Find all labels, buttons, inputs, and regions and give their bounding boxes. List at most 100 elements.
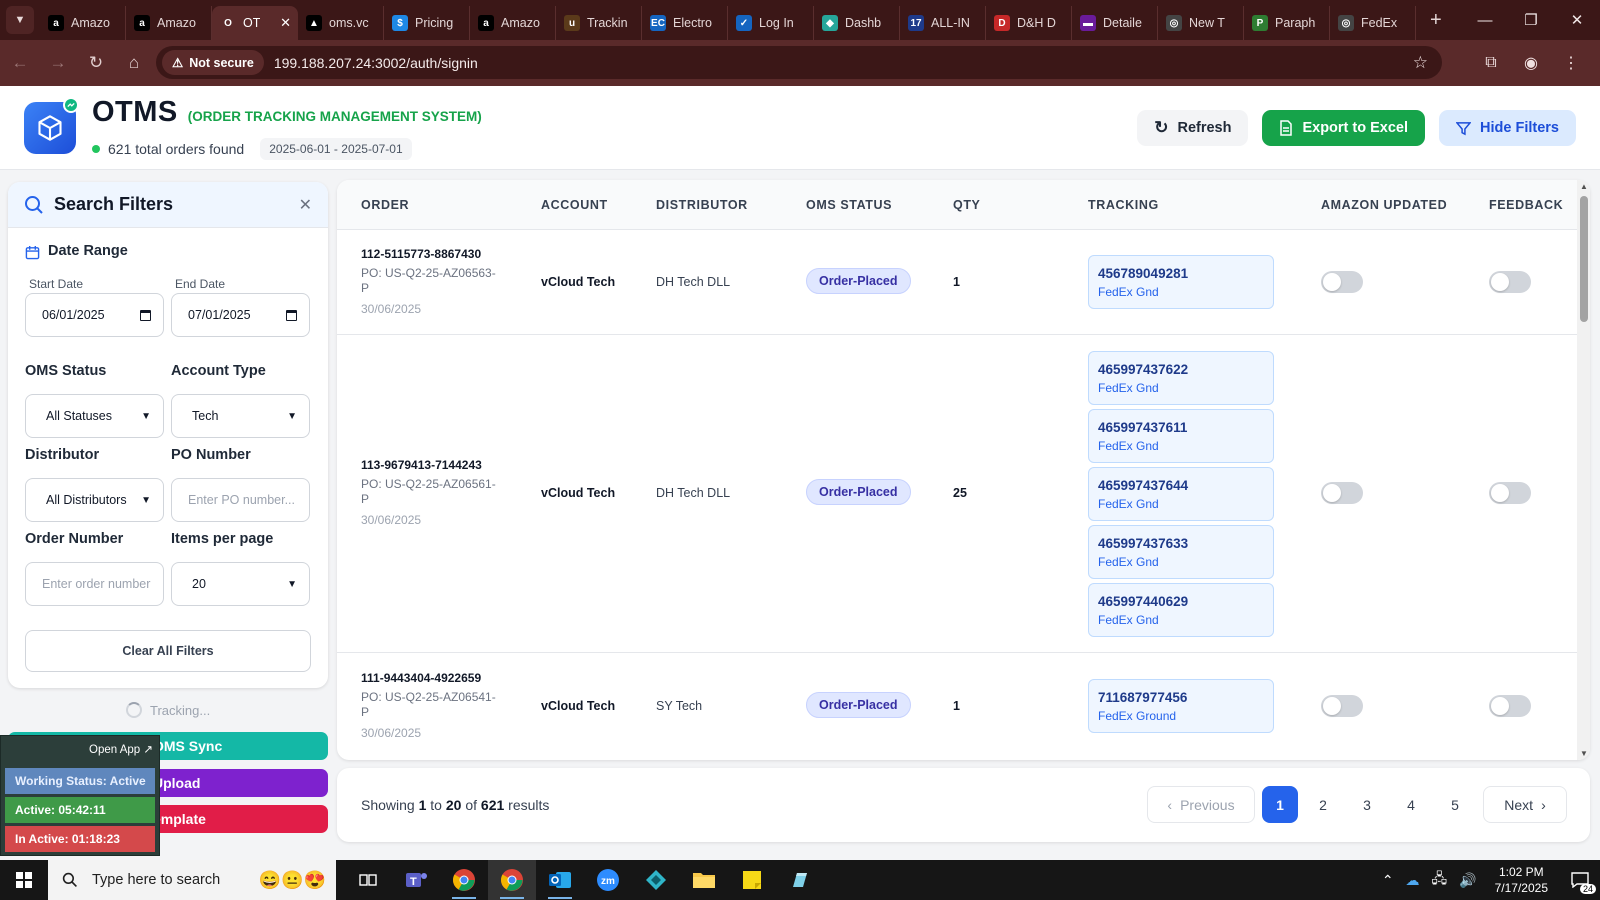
volume-icon[interactable]: 🔊: [1459, 872, 1476, 889]
tracking-number[interactable]: 465997440629: [1098, 594, 1264, 609]
tab-search-dropdown-icon[interactable]: ▼: [6, 6, 34, 34]
browser-tab[interactable]: EC Electro: [642, 6, 728, 40]
close-filters-icon[interactable]: ✕: [299, 195, 312, 215]
browser-tab[interactable]: $ Pricing: [384, 6, 470, 40]
tracking-card[interactable]: 465997437644 FedEx Gnd: [1088, 467, 1274, 521]
amazon-updated-toggle[interactable]: [1321, 271, 1363, 293]
feedback-toggle[interactable]: [1489, 482, 1531, 504]
tracking-card[interactable]: 465997437611 FedEx Gnd: [1088, 409, 1274, 463]
previous-page-button[interactable]: ‹ Previous: [1147, 786, 1255, 823]
order-id[interactable]: 112-5115773-8867430: [361, 247, 481, 261]
app-diamond-icon[interactable]: [632, 860, 680, 900]
forward-arrow-icon[interactable]: →: [40, 45, 76, 81]
column-header-order[interactable]: ORDER: [361, 198, 409, 212]
oms-status-select[interactable]: All Statuses ▼: [25, 394, 164, 438]
new-tab-plus-icon[interactable]: +: [1430, 9, 1442, 32]
distributor-select[interactable]: All Distributors ▼: [25, 478, 164, 522]
taskbar-search-box[interactable]: Type here to search 😄😐😍: [48, 860, 336, 900]
order-id[interactable]: 111-9443404-4922659: [361, 671, 481, 685]
browser-tab[interactable]: u Trackin: [556, 6, 642, 40]
onedrive-cloud-icon[interactable]: ☁: [1406, 872, 1420, 889]
tracking-card[interactable]: 465997440629 FedEx Gnd: [1088, 583, 1274, 637]
amazon-updated-toggle[interactable]: [1321, 482, 1363, 504]
po-number-input[interactable]: Enter PO number...: [171, 478, 310, 522]
scroll-down-arrow-icon[interactable]: ▼: [1580, 749, 1588, 758]
page-button-5[interactable]: 5: [1437, 786, 1473, 823]
tracking-card[interactable]: 456789049281 FedEx Gnd: [1088, 255, 1274, 309]
items-per-page-select[interactable]: 20 ▼: [171, 562, 310, 606]
date-picker-icon[interactable]: [286, 309, 297, 321]
column-header-account[interactable]: ACCOUNT: [541, 198, 608, 212]
page-button-3[interactable]: 3: [1349, 786, 1385, 823]
taskbar-clock[interactable]: 1:02 PM 7/17/2025: [1495, 864, 1548, 896]
chevron-up-icon[interactable]: ⌃: [1382, 872, 1394, 889]
file-explorer-icon[interactable]: [680, 860, 728, 900]
next-page-button[interactable]: Next ›: [1483, 786, 1567, 823]
page-button-2[interactable]: 2: [1305, 786, 1341, 823]
feedback-toggle[interactable]: [1489, 695, 1531, 717]
bookmark-star-icon[interactable]: ☆: [1413, 53, 1428, 73]
outlook-icon[interactable]: [536, 860, 584, 900]
close-window-icon[interactable]: ✕: [1554, 0, 1600, 40]
sticky-notes-icon[interactable]: [728, 860, 776, 900]
table-row[interactable]: 113-9679413-7144243 PO: US-Q2-25-AZ06561…: [337, 335, 1577, 653]
browser-tab[interactable]: ✓ Log In: [728, 6, 814, 40]
export-to-excel-button[interactable]: Export to Excel: [1262, 110, 1426, 146]
minimize-icon[interactable]: —: [1462, 0, 1508, 40]
hide-filters-button[interactable]: Hide Filters: [1439, 110, 1576, 146]
end-date-field[interactable]: 07/01/2025: [171, 293, 310, 337]
close-tab-icon[interactable]: ✕: [280, 15, 291, 31]
column-header-feedback[interactable]: FEEDBACK: [1489, 198, 1563, 212]
browser-tab[interactable]: ◆ Dashb: [814, 6, 900, 40]
notes-app-icon[interactable]: [776, 860, 824, 900]
tracking-number[interactable]: 465997437622: [1098, 362, 1264, 377]
extensions-icon[interactable]: ⧉: [1474, 46, 1508, 80]
order-id[interactable]: 113-9679413-7144243: [361, 458, 482, 472]
date-picker-icon[interactable]: [140, 309, 151, 321]
browser-tab[interactable]: 17 ALL-IN: [900, 6, 986, 40]
chrome-profile-icon[interactable]: [488, 860, 536, 900]
column-header-tracking[interactable]: TRACKING: [1088, 198, 1159, 212]
account-type-select[interactable]: Tech ▼: [171, 394, 310, 438]
zoom-icon[interactable]: zm: [584, 860, 632, 900]
windows-start-icon[interactable]: [0, 860, 48, 900]
browser-tab[interactable]: a Amazo: [470, 6, 556, 40]
restore-icon[interactable]: ❐: [1508, 0, 1554, 40]
browser-tab[interactable]: a Amazo: [126, 6, 212, 40]
table-row[interactable]: 112-5115773-8867430 PO: US-Q2-25-AZ06563…: [337, 230, 1577, 335]
table-scrollbar[interactable]: ▲ ▼: [1577, 180, 1590, 760]
refresh-button[interactable]: ↻ Refresh: [1137, 110, 1249, 146]
page-button-4[interactable]: 4: [1393, 786, 1429, 823]
open-app-link[interactable]: Open App ↗: [89, 742, 153, 756]
table-row[interactable]: 111-9443404-4922659 PO: US-Q2-25-AZ06541…: [337, 653, 1577, 760]
network-icon[interactable]: 🖧: [1432, 868, 1448, 892]
browser-tab[interactable]: O OT ✕: [212, 6, 298, 40]
reload-icon[interactable]: ↻: [78, 45, 114, 81]
start-date-field[interactable]: 06/01/2025: [25, 293, 164, 337]
browser-tab[interactable]: ▲ oms.vc: [298, 6, 384, 40]
tracking-card[interactable]: 711687977456 FedEx Ground: [1088, 679, 1274, 733]
browser-menu-icon[interactable]: ⋮: [1554, 46, 1588, 80]
browser-tab[interactable]: ◎ FedEx: [1330, 6, 1416, 40]
teams-icon[interactable]: T: [392, 860, 440, 900]
column-header-amazon-updated[interactable]: AMAZON UPDATED: [1321, 198, 1447, 212]
address-bar[interactable]: ⚠ Not secure 199.188.207.24:3002/auth/si…: [156, 46, 1442, 79]
chrome-icon[interactable]: [440, 860, 488, 900]
browser-tab[interactable]: D D&H D: [986, 6, 1072, 40]
amazon-updated-toggle[interactable]: [1321, 695, 1363, 717]
column-header-qty[interactable]: QTY: [953, 198, 981, 212]
home-icon[interactable]: ⌂: [116, 45, 152, 81]
tracking-card[interactable]: 465997437622 FedEx Gnd: [1088, 351, 1274, 405]
tracking-card[interactable]: 465997437633 FedEx Gnd: [1088, 525, 1274, 579]
column-header-oms-status[interactable]: OMS STATUS: [806, 198, 892, 212]
browser-tab[interactable]: ◎ New T: [1158, 6, 1244, 40]
not-secure-chip[interactable]: ⚠ Not secure: [162, 50, 264, 75]
browser-tab[interactable]: a Amazo: [40, 6, 126, 40]
tracking-number[interactable]: 465997437611: [1098, 420, 1264, 435]
column-header-distributor[interactable]: DISTRIBUTOR: [656, 198, 748, 212]
scroll-up-arrow-icon[interactable]: ▲: [1580, 182, 1588, 191]
tracking-number[interactable]: 711687977456: [1098, 690, 1264, 705]
back-arrow-icon[interactable]: ←: [2, 45, 38, 81]
page-button-1[interactable]: 1: [1262, 786, 1298, 823]
order-number-input[interactable]: Enter order number: [25, 562, 164, 606]
